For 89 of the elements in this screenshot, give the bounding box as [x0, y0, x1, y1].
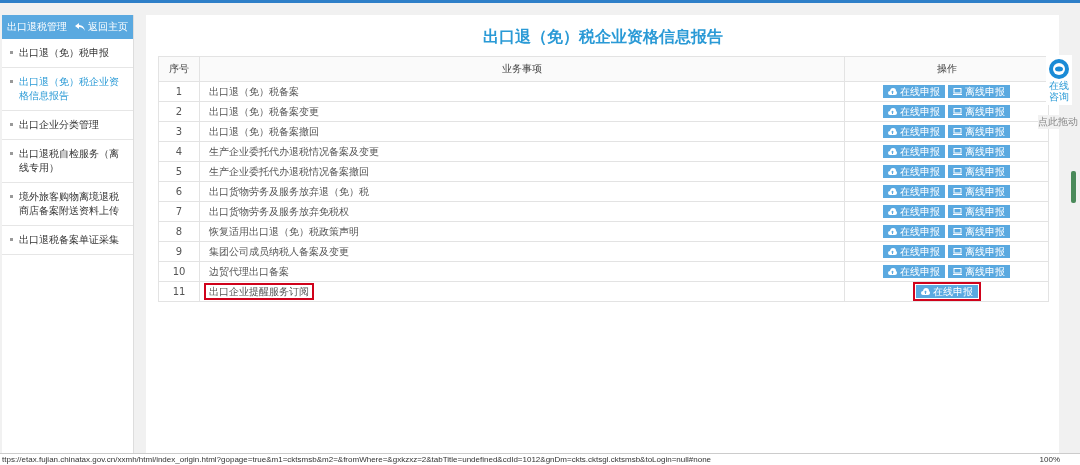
online-submit-button[interactable]: 在线申报 [883, 145, 945, 158]
offline-submit-button[interactable]: 离线申报 [948, 185, 1010, 198]
online-submit-button[interactable]: 在线申报 [883, 265, 945, 278]
offline-submit-button[interactable]: 离线申报 [948, 225, 1010, 238]
cloud-upload-icon [888, 148, 897, 155]
back-home-link[interactable]: 返回主页 [75, 20, 128, 34]
online-submit-button[interactable]: 在线申报 [883, 225, 945, 238]
table-cell: 10 [158, 261, 200, 282]
sidebar-item[interactable]: 境外旅客购物离境退税商店备案附送资料上传 [2, 183, 133, 226]
online-submit-button[interactable]: 在线申报 [883, 125, 945, 138]
offline-submit-button[interactable]: 离线申报 [948, 245, 1010, 258]
table-cell: 11 [158, 281, 200, 302]
sidebar-item[interactable]: 出口退税自检服务（离线专用） [2, 140, 133, 183]
online-submit-button[interactable]: 在线申报 [883, 205, 945, 218]
business-item: 生产企业委托代办退税情况备案撤回 [208, 165, 370, 179]
bullet-icon [10, 238, 13, 241]
cloud-upload-icon [888, 128, 897, 135]
business-item: 出口退（免）税备案撤回 [208, 125, 320, 139]
business-item: 出口货物劳务及服务放弃退（免）税 [208, 185, 370, 199]
monitor-icon [953, 128, 962, 135]
monitor-icon [953, 168, 962, 175]
online-submit-button[interactable]: 在线申报 [883, 185, 945, 198]
online-consult-button[interactable]: 在线咨询 [1046, 55, 1072, 105]
monitor-icon [953, 228, 962, 235]
table-cell: 3 [158, 121, 200, 142]
table-cell: 4 [158, 141, 200, 162]
bullet-icon [10, 51, 13, 54]
monitor-icon [953, 148, 962, 155]
bullet-icon [10, 152, 13, 155]
offline-submit-button[interactable]: 离线申报 [948, 265, 1010, 278]
sidebar-item[interactable]: 出口企业分类管理 [2, 111, 133, 140]
business-item: 出口退（免）税备案 [208, 85, 300, 99]
monitor-icon [953, 188, 962, 195]
online-submit-button[interactable]: 在线申报 [883, 245, 945, 258]
zoom-level: 100% [1038, 454, 1061, 465]
drag-hint: 点此拖动 [1038, 115, 1078, 129]
business-item: 出口货物劳务及服务放弃免税权 [208, 205, 350, 219]
cloud-upload-icon [888, 88, 897, 95]
column-header: 操作 [844, 56, 1049, 82]
offline-submit-button[interactable]: 离线申报 [948, 145, 1010, 158]
table-cell: 2 [158, 101, 200, 122]
offline-submit-button[interactable]: 离线申报 [948, 125, 1010, 138]
bullet-icon [10, 123, 13, 126]
monitor-icon [953, 88, 962, 95]
cloud-upload-icon [888, 268, 897, 275]
business-item: 恢复适用出口退（免）税政策声明 [208, 225, 360, 239]
monitor-icon [953, 208, 962, 215]
cloud-upload-icon [888, 168, 897, 175]
bullet-icon [10, 80, 13, 83]
page-title: 出口退（免）税企业资格信息报告 [481, 27, 724, 48]
bullet-icon [10, 195, 13, 198]
online-submit-button[interactable]: 在线申报 [883, 105, 945, 118]
cloud-upload-icon [888, 108, 897, 115]
sidebar-item[interactable]: 出口退（免）税申报 [2, 39, 133, 68]
online-submit-button[interactable]: 在线申报 [883, 85, 945, 98]
back-arrow-icon [75, 23, 85, 31]
business-item: 集团公司成员纳税人备案及变更 [208, 245, 350, 259]
cloud-upload-icon [888, 188, 897, 195]
monitor-icon [953, 108, 962, 115]
offline-submit-button[interactable]: 离线申报 [948, 165, 1010, 178]
offline-submit-button[interactable]: 离线申报 [948, 85, 1010, 98]
cloud-upload-icon [888, 228, 897, 235]
cloud-upload-icon [920, 288, 930, 295]
online-submit-button[interactable]: 在线申报 [883, 165, 945, 178]
table-cell: 7 [158, 201, 200, 222]
chat-bot-icon [1048, 58, 1070, 80]
sidebar-item[interactable]: 出口退（免）税企业资格信息报告 [2, 68, 133, 111]
column-header: 序号 [158, 56, 200, 82]
table-cell: 9 [158, 241, 200, 262]
sidebar-title: 出口退税管理 [7, 20, 67, 34]
table-cell: 1 [158, 81, 200, 102]
cloud-upload-icon [888, 248, 897, 255]
offline-submit-button[interactable]: 离线申报 [948, 205, 1010, 218]
business-item: 边贸代理出口备案 [208, 265, 290, 279]
cloud-upload-icon [888, 208, 897, 215]
table-cell: 8 [158, 221, 200, 242]
scrollbar-thumb[interactable] [1071, 171, 1076, 203]
business-item: 出口企业提醒服务订阅 [204, 283, 314, 300]
business-item: 出口退（免）税备案变更 [208, 105, 320, 119]
table-cell: 5 [158, 161, 200, 182]
column-header: 业务事项 [199, 56, 845, 82]
status-url: ttps://etax.fujian.chinatax.gov.cn/xxmh/html/index_origin.html?gopage=true&m1=cktsmsb&m2=&fromWhere=&gxkzxz=2&tabTitle=undefined&cdId=1012&gnDm=ckts.cktsgl.cktsmsb&toLogin=null#none [1, 454, 712, 465]
monitor-icon [953, 268, 962, 275]
offline-submit-button[interactable]: 离线申报 [948, 105, 1010, 118]
online-submit-button[interactable]: 在线申报 [915, 285, 978, 298]
table-cell: 6 [158, 181, 200, 202]
business-item: 生产企业委托代办退税情况备案及变更 [208, 145, 380, 159]
sidebar-item[interactable]: 出口退税备案单证采集 [2, 226, 133, 255]
monitor-icon [953, 248, 962, 255]
